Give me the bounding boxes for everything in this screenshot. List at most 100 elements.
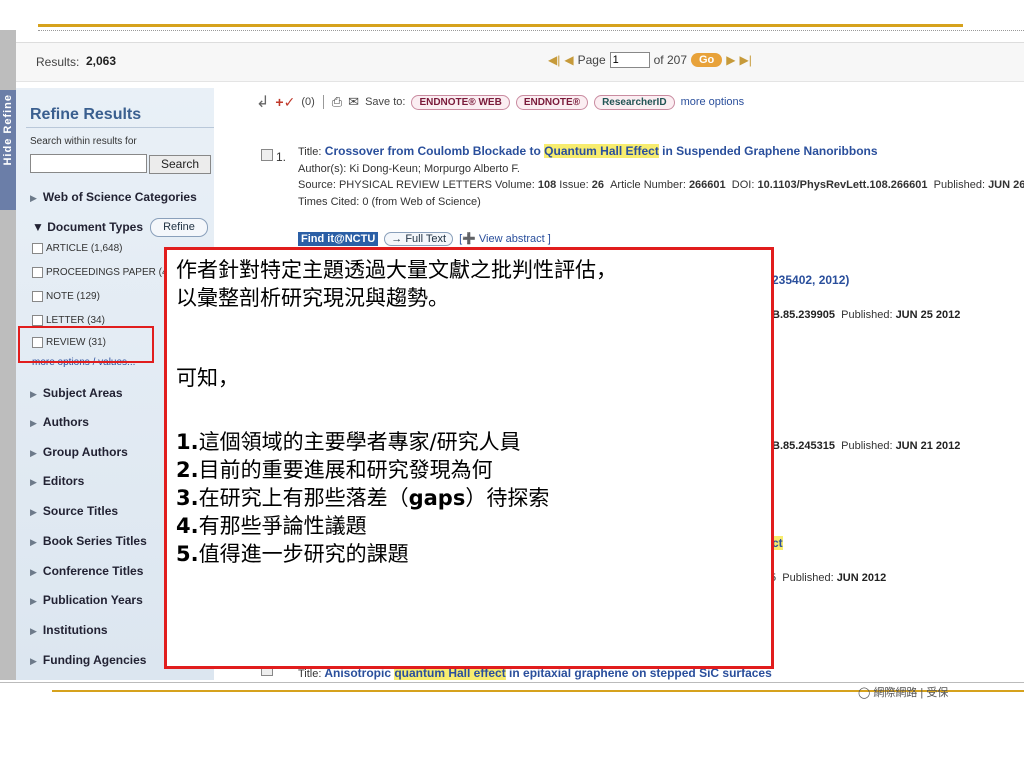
published-label: Published: [841,440,893,452]
go-button[interactable]: Go [691,53,723,67]
result-fragment: B.85.245315 Published: JUN 21 2012 [772,440,960,452]
hide-refine-tab[interactable]: Hide Refine [0,90,16,210]
sidebar-item-funding-agencies[interactable]: Funding Agencies [30,653,147,667]
sidebar-item-conference-titles[interactable]: Conference Titles [30,564,143,578]
doc-option-note[interactable]: NOTE (129) [32,291,100,302]
fulltext-buttons: Find it@NCTU → Full Text [➕ View abstrac… [298,232,551,246]
save-to-label: Save to: [365,96,406,108]
published-date: JUN 2012 [836,572,887,584]
issue-label: Issue: [559,179,589,191]
sidebar-item-source-titles[interactable]: Source Titles [30,504,118,518]
endnote-web-button[interactable]: ENDNOTE® WEB [411,94,510,110]
doi: 10.1103/PhysRevLett.108.266601 [757,179,928,191]
results-bar [16,42,1024,82]
first-page-icon[interactable]: ◀| [548,53,560,67]
bottom-border [0,682,1024,683]
article-label: Article Number: [610,179,686,191]
last-page-icon[interactable]: ▶| [740,53,752,67]
page-input[interactable] [609,52,650,68]
item-text: ）待探索 [465,486,550,510]
doc-option-letter[interactable]: LETTER (34) [32,315,105,326]
callout-item-5: 5.值得進一步研究的課題 [176,540,409,568]
marked-list-icon[interactable]: +✓ [275,94,295,111]
pager: ◀| ◀ Page of 207 Go ▶ ▶| [548,52,752,68]
callout-line-2: 以彙整剖析研究現況與趨勢。 [176,286,449,310]
checkbox-icon[interactable] [32,291,43,302]
doc-option-label: LETTER (34) [46,315,105,326]
full-text-button[interactable]: → Full Text [384,232,454,246]
item-text: 有那些爭論性議題 [198,514,367,538]
source-label: Source: PHYSICAL REVIEW LETTERS Volume: [298,179,535,191]
result-title[interactable]: Title: Crossover from Coulomb Blockade t… [298,144,878,158]
item-text: 在研究上有那些落差（ [198,486,409,510]
sidebar-item-editors[interactable]: Editors [30,474,84,488]
hide-refine-label: Hide Refine [2,94,14,166]
refine-results-title: Refine Results [30,106,142,123]
marked-count: (0) [301,96,315,108]
item-number: 3. [176,486,199,510]
item-text: 目前的重要進展和研究發現為何 [198,458,493,482]
results-count: 2,063 [86,54,117,68]
result-checkbox[interactable] [261,668,273,676]
issue: 26 [591,179,604,191]
view-abstract-link[interactable]: [➕ View abstract ] [459,232,551,246]
doi-label: DOI: [731,179,755,191]
published-date: JUN 25 2012 [895,309,961,321]
print-icon[interactable]: ⎙ [332,94,342,110]
document-types-label: Document Types [47,220,144,234]
result-checkbox[interactable] [261,149,273,161]
page-total: of 207 [653,53,687,67]
item-number: 5. [176,542,199,566]
title-label: Title: [298,668,322,680]
sidebar-item-group-authors[interactable]: Group Authors [30,445,128,459]
sidebar-item-authors[interactable]: Authors [30,415,89,429]
results-toolbar: ↲ +✓ (0) ⎙ ✉ Save to: ENDNOTE® WEB ENDNO… [256,92,744,112]
doc-option-proceedings[interactable]: PROCEEDINGS PAPER (440 [32,267,179,278]
doc-option-label: PROCEEDINGS PAPER (440 [46,267,179,278]
sidebar-item-subject-areas[interactable]: Subject Areas [30,386,123,400]
title-part: in Suspended Graphene Nanoribbons [658,144,878,158]
published-date: JUN 21 2012 [895,440,961,452]
next-page-icon[interactable]: ▶ [726,53,735,67]
search-within-label: Search within results for [30,136,137,147]
published-label: Published: [841,309,893,321]
prev-page-icon[interactable]: ◀ [564,53,573,67]
published-label: Published: [782,572,834,584]
callout-item-4: 4.有那些爭論性議題 [176,512,367,540]
search-button[interactable]: Search [149,155,211,174]
checkbox-icon[interactable] [32,267,43,278]
item-text: gaps [408,486,466,510]
toolbar-divider [322,95,324,109]
top-gold-rule [38,24,963,27]
endnote-button[interactable]: ENDNOTE® [515,94,589,110]
sidebar-item-book-series-titles[interactable]: Book Series Titles [30,534,147,548]
title-label: Title: [298,146,322,158]
title-highlight: Quantum Hall Effect [544,144,659,158]
checkbox-icon[interactable] [32,315,43,326]
sidebar-item-institutions[interactable]: Institutions [30,623,108,637]
return-arrow-icon[interactable]: ↲ [256,92,269,112]
result-fragment: B.85.239905 Published: JUN 25 2012 [772,309,960,321]
checkbox-icon[interactable] [32,243,43,254]
email-icon[interactable]: ✉ [348,94,359,110]
item-number: 1. [176,430,199,454]
result-source: Source: PHYSICAL REVIEW LETTERS Volume: … [298,179,1024,191]
article-number: 266601 [688,179,726,191]
callout-item-3: 3.在研究上有那些落差（gaps）待探索 [176,484,549,512]
search-within-input[interactable] [30,154,147,173]
doc-option-article[interactable]: ARTICLE (1,648) [32,243,123,254]
researcherid-button[interactable]: ResearcherID [594,94,675,110]
callout-item-2: 2.目前的重要進展和研究發現為何 [176,456,493,484]
doi: B.85.239905 [772,309,835,321]
result-fragment[interactable]: 235402, 2012) [772,273,849,287]
sidebar-item-web-of-science-categories[interactable]: Web of Science Categories [30,190,197,204]
title-part: Crossover from Coulomb Blockade to [324,144,545,158]
refine-button[interactable]: Refine [150,218,208,237]
doi: B.85.245315 [772,440,835,452]
status-text: 網際網路 | 受保 [873,687,949,699]
findit-button[interactable]: Find it@NCTU [298,232,379,246]
more-options-link[interactable]: more options [681,96,745,108]
item-number: 4. [176,514,199,538]
sidebar-item-publication-years[interactable]: Publication Years [30,593,143,607]
document-types-header[interactable]: ▼ Document Types [32,220,143,234]
